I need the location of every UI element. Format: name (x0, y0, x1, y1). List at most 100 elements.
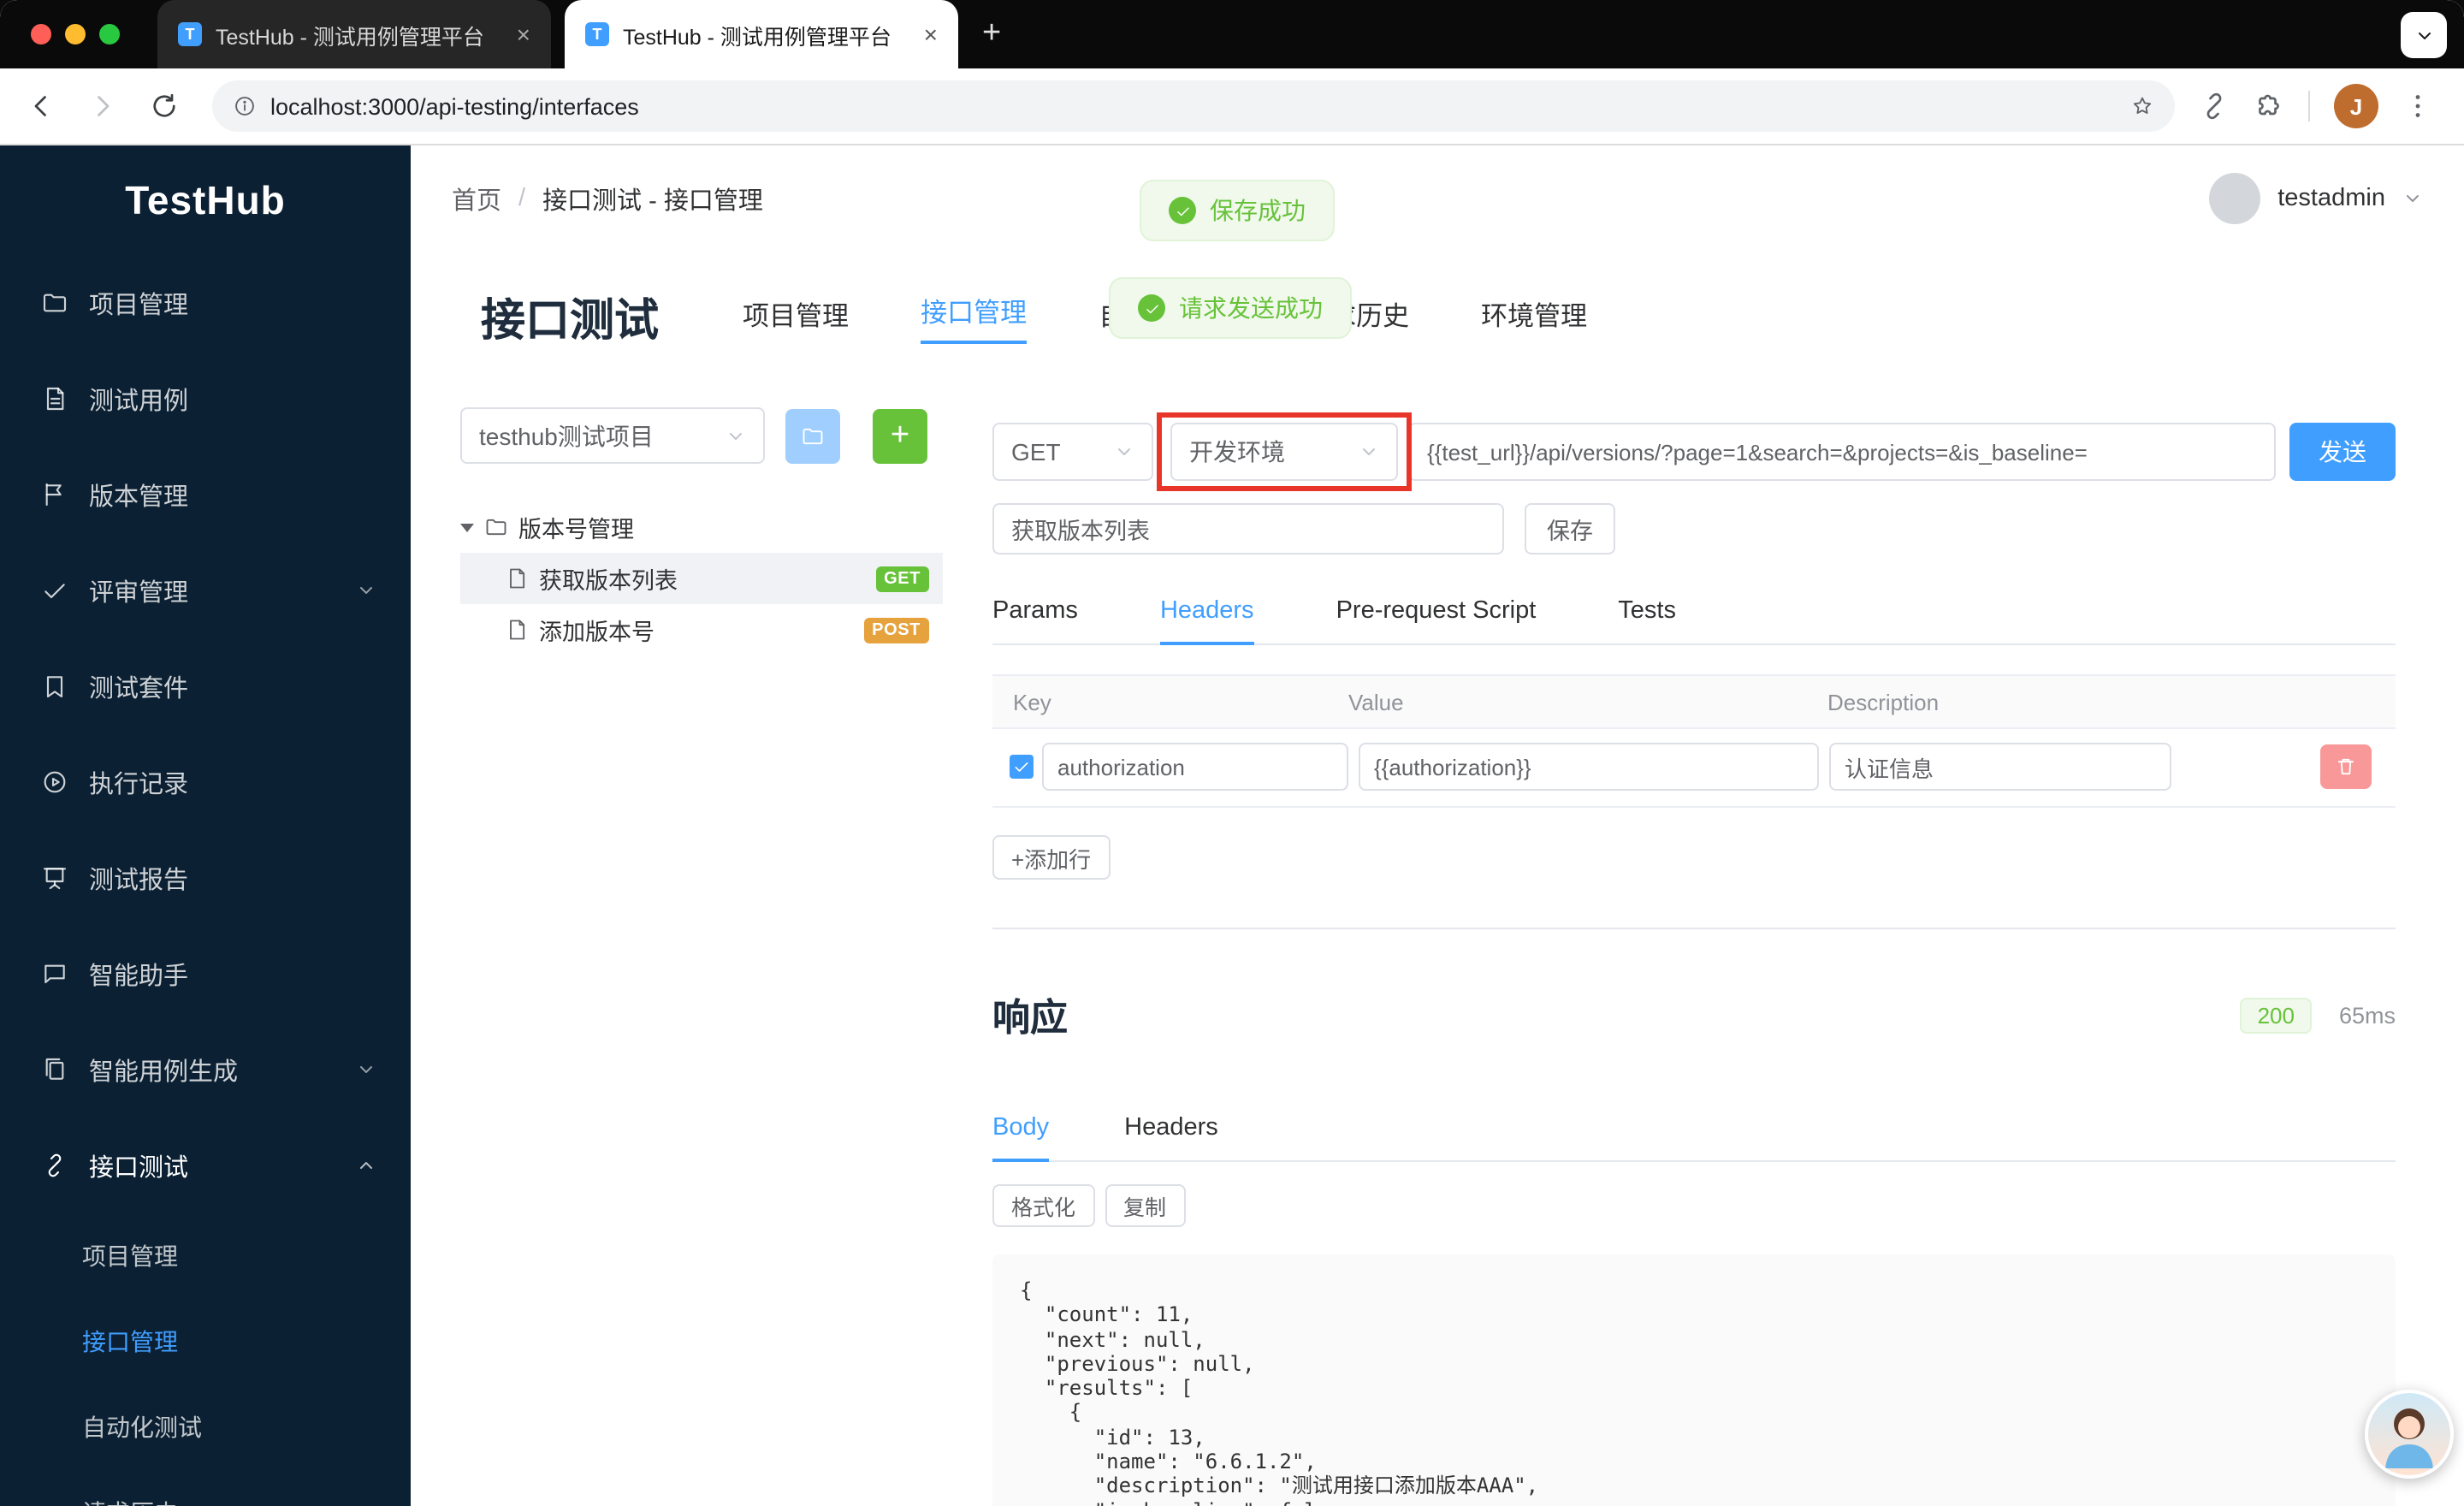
headers-table-header: Key Value Description (992, 674, 2396, 729)
sidebar-item-label: 智能用例生成 (89, 1058, 238, 1086)
tab-headers[interactable]: Headers (1159, 584, 1254, 645)
request-name-input[interactable] (992, 503, 1504, 554)
browser-tab-inactive[interactable]: T TestHub - 测试用例管理平台 × (157, 0, 551, 68)
request-url-input[interactable] (1408, 423, 2276, 481)
sidebar-item-test-cases[interactable]: 测试用例 (0, 351, 411, 447)
sidebar-item-api-testing[interactable]: 接口测试 (0, 1118, 411, 1213)
sidebar-subitem-project-mgmt[interactable]: 项目管理 (0, 1213, 411, 1299)
caret-down-icon[interactable] (460, 523, 474, 531)
tab-close-icon[interactable]: × (924, 21, 938, 48)
tree-folder-version-mgmt[interactable]: 版本号管理 (460, 501, 943, 553)
extensions-puzzle-icon[interactable] (2254, 91, 2284, 122)
header-value-input[interactable] (1359, 743, 1819, 791)
window-controls (31, 24, 120, 44)
assistant-avatar[interactable] (2365, 1390, 2454, 1479)
response-actions: 格式化 复制 (992, 1184, 2396, 1227)
sidebar-item-version-mgmt[interactable]: 版本管理 (0, 447, 411, 543)
chevron-down-icon (1118, 448, 1130, 455)
browser-menu-icon[interactable] (2402, 91, 2433, 122)
method-select-value: GET (1011, 438, 1061, 465)
copy-button[interactable]: 复制 (1105, 1184, 1186, 1227)
tab-favicon: T (585, 22, 609, 46)
success-check-icon (1138, 294, 1165, 322)
column-description: Description (1827, 689, 1940, 714)
forward-arrow-icon (98, 96, 110, 116)
back-arrow-icon (34, 96, 46, 116)
sidebar-item-review-mgmt[interactable]: 评审管理 (0, 543, 411, 638)
sidebar: TestHub 项目管理 测试用例 版本管理 评审管理 测试套件 执行记录 测试… (0, 145, 411, 1506)
chevron-down-icon (360, 1066, 372, 1073)
delete-row-button[interactable] (2320, 744, 2372, 789)
minimize-window-button[interactable] (65, 24, 86, 44)
interface-tree: 版本号管理 获取版本列表 GET 添加版本号 POST (460, 501, 943, 655)
add-row-button[interactable]: +添加行 (992, 835, 1111, 880)
page-header: 首页 / 接口测试 - 接口管理 testadmin (411, 145, 2464, 252)
response-tabs: Body Headers (992, 1100, 2396, 1162)
sidebar-subitem-request-history[interactable]: 请求历史 (0, 1470, 411, 1506)
breadcrumb-home[interactable]: 首页 (452, 181, 501, 216)
header-desc-input[interactable] (1829, 743, 2171, 791)
tab-params[interactable]: Params (992, 584, 1078, 643)
forward-button[interactable] (79, 82, 127, 130)
new-folder-button[interactable] (785, 408, 840, 463)
tab-favicon: T (178, 22, 202, 46)
save-button[interactable]: 保存 (1525, 503, 1615, 554)
zoom-window-button[interactable] (99, 24, 120, 44)
tree-node-add-version[interactable]: 添加版本号 POST (460, 604, 943, 655)
reload-button[interactable] (140, 82, 188, 130)
sidebar-subitem-interface-mgmt[interactable]: 接口管理 (0, 1299, 411, 1384)
toolbar-icons: J (2185, 84, 2447, 128)
sidebar-item-project-mgmt[interactable]: 项目管理 (0, 255, 411, 351)
tab-response-body[interactable]: Body (992, 1100, 1050, 1162)
tab-interface-mgmt[interactable]: 接口管理 (921, 292, 1028, 343)
sidebar-subitem-label: 自动化测试 (82, 1414, 202, 1441)
sidebar-item-ai-assistant[interactable]: 智能助手 (0, 926, 411, 1022)
info-icon[interactable] (233, 94, 257, 118)
sidebar-item-test-suites[interactable]: 测试套件 (0, 638, 411, 734)
method-select[interactable]: GET (992, 423, 1153, 481)
response-body-json[interactable]: { "count": 11, "next": null, "previous":… (992, 1254, 2396, 1506)
play-circle-icon (44, 771, 66, 793)
tab-tests[interactable]: Tests (1618, 584, 1676, 643)
project-select[interactable]: testhub测试项目 (460, 407, 765, 464)
add-interface-button[interactable]: + (873, 408, 927, 463)
link-icon[interactable] (2199, 91, 2230, 122)
sidebar-item-label: 接口测试 (89, 1154, 188, 1182)
sidebar-item-run-records[interactable]: 执行记录 (0, 734, 411, 830)
copy-docs-icon (45, 1058, 64, 1080)
tab-search-button[interactable] (2401, 12, 2447, 58)
user-menu[interactable]: testadmin (2209, 173, 2423, 224)
new-tab-button[interactable]: + (982, 15, 1001, 53)
back-button[interactable] (17, 82, 65, 130)
bookmark-star-icon[interactable] (2130, 94, 2154, 118)
sidebar-item-ai-case-gen[interactable]: 智能用例生成 (0, 1022, 411, 1118)
request-panel: GET 开发环境 发送 (992, 407, 2464, 1506)
headers-table-row (992, 729, 2396, 808)
tab-response-headers[interactable]: Headers (1124, 1100, 1218, 1160)
environment-select[interactable]: 开发环境 (1170, 423, 1398, 481)
send-button[interactable]: 发送 (2289, 423, 2396, 481)
sidebar-subitem-automation[interactable]: 自动化测试 (0, 1384, 411, 1470)
user-name: testadmin (2277, 185, 2385, 212)
tab-close-icon[interactable]: × (517, 21, 530, 48)
header-key-input[interactable] (1042, 743, 1348, 791)
tab-pre-request-script[interactable]: Pre-request Script (1336, 584, 1537, 643)
sidebar-subitem-label: 请求历史 (82, 1496, 178, 1506)
check-icon (1015, 762, 1028, 772)
main-content: 首页 / 接口测试 - 接口管理 testadmin 接口测试 项目管理 接口管… (411, 145, 2464, 1506)
tab-env-mgmt[interactable]: 环境管理 (1481, 295, 1587, 343)
page-title-row: 接口测试 项目管理 接口管理 自动化测试 请求历史 环境管理 (411, 252, 2464, 380)
browser-tab-active[interactable]: T TestHub - 测试用例管理平台 × (565, 0, 958, 68)
tree-node-get-versions[interactable]: 获取版本列表 GET (460, 553, 943, 604)
sidebar-item-test-reports[interactable]: 测试报告 (0, 830, 411, 926)
column-value: Value (1348, 689, 1404, 714)
close-window-button[interactable] (31, 24, 51, 44)
browser-profile-avatar[interactable]: J (2334, 84, 2378, 128)
row-enabled-checkbox[interactable] (1010, 755, 1034, 779)
status-code-badge: 200 (2240, 997, 2312, 1033)
address-bar[interactable]: localhost:3000/api-testing/interfaces (212, 80, 2175, 132)
toolbar-divider (2308, 91, 2310, 122)
tab-project-mgmt[interactable]: 项目管理 (743, 295, 849, 343)
format-button[interactable]: 格式化 (992, 1184, 1095, 1227)
method-badge-get: GET (875, 566, 929, 591)
